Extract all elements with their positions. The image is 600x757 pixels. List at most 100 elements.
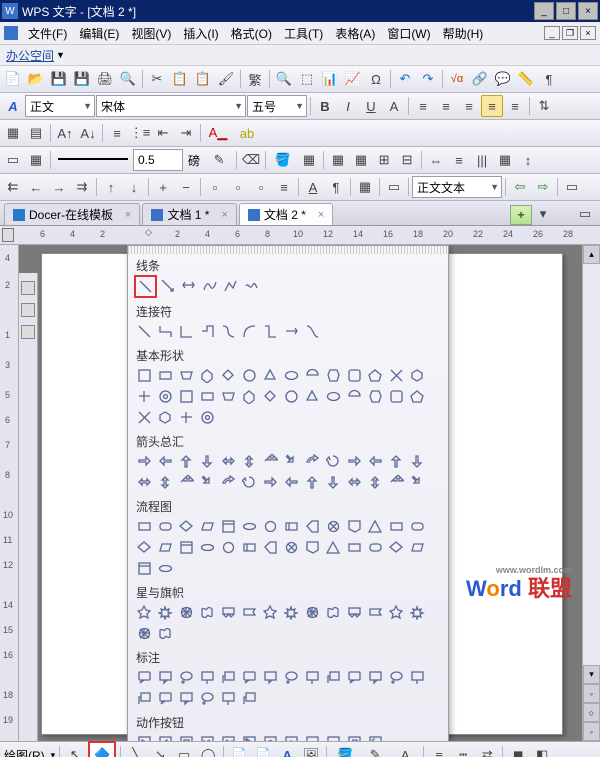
- shape-item[interactable]: [197, 732, 218, 741]
- nav-right-button[interactable]: ⇨: [532, 176, 554, 198]
- align-left-button[interactable]: ≡: [412, 95, 434, 117]
- shape-item[interactable]: [302, 365, 323, 386]
- shape-item[interactable]: [386, 602, 407, 623]
- shape-item[interactable]: [323, 602, 344, 623]
- panel-grip[interactable]: [128, 246, 448, 254]
- toc-button[interactable]: ▦: [354, 176, 376, 198]
- shape-item[interactable]: [197, 407, 218, 428]
- shape-item[interactable]: [365, 732, 386, 741]
- table-insert-button[interactable]: ▦: [327, 149, 349, 171]
- shape-item[interactable]: [197, 537, 218, 558]
- arrowstyle-button[interactable]: ⇄: [476, 744, 498, 757]
- shape-item[interactable]: [407, 386, 428, 407]
- shape-item[interactable]: [155, 667, 176, 688]
- shape-item[interactable]: [260, 516, 281, 537]
- shape-item[interactable]: [218, 516, 239, 537]
- shape-item[interactable]: [302, 732, 323, 741]
- shape-item[interactable]: [197, 688, 218, 709]
- mdi-restore-button[interactable]: ❐: [562, 26, 578, 40]
- maximize-button[interactable]: □: [556, 2, 576, 20]
- shape-item[interactable]: [134, 558, 155, 579]
- shape-item[interactable]: [134, 516, 155, 537]
- align-center-button[interactable]: ≡: [435, 95, 457, 117]
- shape-item[interactable]: [155, 386, 176, 407]
- eraser-button[interactable]: ⌫: [240, 149, 262, 171]
- shape-item[interactable]: [155, 321, 176, 342]
- indent-marker[interactable]: ◇: [145, 227, 157, 241]
- shape-item[interactable]: [155, 732, 176, 741]
- distribute-cols-button[interactable]: |||: [471, 149, 493, 171]
- shape-item[interactable]: [239, 321, 260, 342]
- shape-item[interactable]: [344, 472, 365, 493]
- shape-item[interactable]: [407, 365, 428, 386]
- menu-edit[interactable]: 编辑(E): [73, 25, 125, 42]
- linewidth-combo[interactable]: 0.5: [133, 149, 183, 171]
- shape-item[interactable]: [155, 407, 176, 428]
- shape-item[interactable]: [260, 386, 281, 407]
- shape-item[interactable]: [176, 407, 197, 428]
- bold-button[interactable]: B: [314, 95, 336, 117]
- vtextbox-button[interactable]: 📄: [252, 744, 274, 757]
- grid-button[interactable]: ▦: [25, 149, 47, 171]
- shape-item[interactable]: [239, 516, 260, 537]
- shape-item[interactable]: [239, 451, 260, 472]
- pencolor-button[interactable]: ✎: [205, 149, 233, 171]
- tab-list-button[interactable]: ▭: [574, 203, 596, 225]
- shape-item[interactable]: [155, 537, 176, 558]
- shape-item[interactable]: [218, 667, 239, 688]
- shape-item[interactable]: [407, 451, 428, 472]
- shape-item[interactable]: [176, 602, 197, 623]
- preview-button[interactable]: 🔍: [117, 68, 139, 90]
- menu-view[interactable]: 视图(V): [125, 25, 177, 42]
- align-cell-button[interactable]: ▦: [494, 149, 516, 171]
- font-combo[interactable]: 宋体▼: [96, 95, 246, 117]
- numbering-button[interactable]: ≡: [106, 122, 128, 144]
- oval-button[interactable]: ◯: [197, 744, 219, 757]
- shape-item[interactable]: [323, 516, 344, 537]
- prev-page-button[interactable]: ◦: [583, 684, 600, 703]
- tab-menu-button[interactable]: ▾: [532, 203, 554, 225]
- shape-item[interactable]: [134, 688, 155, 709]
- sidepane-btn[interactable]: [21, 281, 35, 295]
- shape-item[interactable]: [239, 667, 260, 688]
- select-button[interactable]: ⬚: [296, 68, 318, 90]
- line-button[interactable]: ╲: [125, 744, 147, 757]
- equation-button[interactable]: √α: [446, 68, 468, 90]
- firstline-button[interactable]: A: [302, 176, 324, 198]
- sidepane-btn[interactable]: [21, 303, 35, 317]
- shape-item[interactable]: [197, 667, 218, 688]
- cut-button[interactable]: ✂: [146, 68, 168, 90]
- tab-close-icon[interactable]: ×: [221, 209, 227, 221]
- shape-item[interactable]: [344, 365, 365, 386]
- shape-item[interactable]: [218, 472, 239, 493]
- format-painter-button[interactable]: 🖌: [215, 68, 237, 90]
- shape-item[interactable]: [260, 451, 281, 472]
- vertical-ruler[interactable]: 4 2 1 3 5 6 7 8 10 11 12 14 15 16 18 19: [0, 245, 19, 741]
- shape-item[interactable]: [407, 602, 428, 623]
- browse-object-button[interactable]: ○: [583, 703, 600, 722]
- draw-dropdown-icon[interactable]: ▾: [51, 750, 56, 757]
- shape-item[interactable]: [365, 537, 386, 558]
- shape-item[interactable]: [134, 321, 155, 342]
- shape-scribble[interactable]: [241, 275, 262, 296]
- tab-doc2[interactable]: 文档 2 *×: [239, 203, 333, 225]
- sidepane-btn[interactable]: [21, 325, 35, 339]
- shape-item[interactable]: [302, 516, 323, 537]
- shape-item[interactable]: [365, 451, 386, 472]
- shape-item[interactable]: [365, 386, 386, 407]
- picture-button[interactable]: 🖼: [300, 744, 322, 757]
- shape-item[interactable]: [176, 451, 197, 472]
- shape-freeform[interactable]: [220, 275, 241, 296]
- shape-item[interactable]: [365, 472, 386, 493]
- shape-item[interactable]: [281, 386, 302, 407]
- shape-item[interactable]: [218, 602, 239, 623]
- style-combo[interactable]: 正文▼: [25, 95, 95, 117]
- tab-close-icon[interactable]: ×: [318, 209, 324, 221]
- highlight-button[interactable]: ab: [233, 122, 261, 144]
- linestyle-button[interactable]: ▭: [2, 149, 24, 171]
- scroll-track[interactable]: [583, 264, 600, 665]
- line-preview[interactable]: [58, 158, 128, 163]
- open-button[interactable]: 📂: [25, 68, 47, 90]
- document-area[interactable]: 线条 连接符 基本形状 箭头总汇 流程图 星与旗帜 标注 动作按钮: [19, 245, 582, 741]
- close-button[interactable]: ×: [578, 2, 598, 20]
